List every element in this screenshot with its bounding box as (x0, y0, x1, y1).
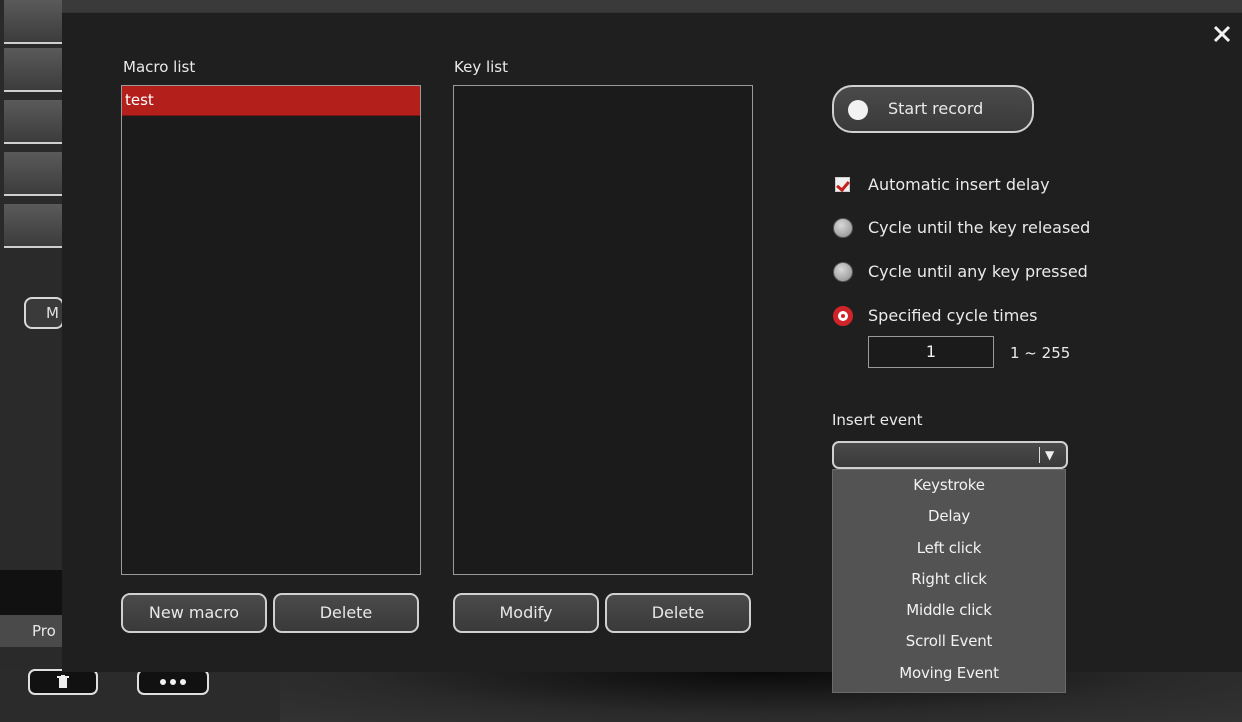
background-more-button[interactable] (137, 669, 209, 695)
insert-event-option-moving-event[interactable]: Moving Event (833, 658, 1065, 689)
delete-macro-button[interactable]: Delete (273, 593, 419, 633)
app-window: M Pro Macro list test New macro Delete K… (0, 0, 1242, 722)
background-tab[interactable] (4, 100, 62, 144)
key-list-label: Key list (454, 58, 508, 76)
background-tab[interactable] (4, 152, 62, 196)
select-divider (1039, 447, 1040, 463)
auto-insert-delay-label: Automatic insert delay (868, 175, 1050, 194)
cycle-until-any-key-radio[interactable] (833, 262, 853, 282)
macro-list-item-selected[interactable]: test (122, 86, 420, 116)
background-tab[interactable] (4, 48, 62, 92)
background-sidebar (0, 0, 62, 722)
specified-cycle-times-radio[interactable] (833, 306, 853, 326)
background-panel (0, 570, 62, 615)
insert-event-option-delay[interactable]: Delay (833, 501, 1065, 532)
insert-event-option-left-click[interactable]: Left click (833, 533, 1065, 564)
insert-event-option-right-click[interactable]: Right click (833, 564, 1065, 595)
background-tab[interactable] (4, 0, 62, 44)
insert-event-label: Insert event (832, 411, 923, 429)
key-list[interactable] (453, 85, 753, 575)
start-record-button[interactable]: Start record (832, 85, 1034, 133)
insert-event-option-keystroke[interactable]: Keystroke (833, 470, 1065, 501)
auto-insert-delay-checkbox[interactable] (835, 177, 850, 192)
delete-key-button[interactable]: Delete (605, 593, 751, 633)
cycle-until-any-key-label: Cycle until any key pressed (868, 262, 1088, 281)
more-dots-icon (160, 679, 186, 685)
cycle-until-released-label: Cycle until the key released (868, 218, 1091, 237)
chevron-down-icon: ▼ (1045, 448, 1055, 462)
background-side-button[interactable]: M (24, 297, 64, 329)
trash-icon (57, 675, 69, 688)
cycle-times-range: 1 ~ 255 (1010, 344, 1071, 362)
record-dot-icon (848, 100, 868, 120)
insert-event-option-scroll-event[interactable]: Scroll Event (833, 626, 1065, 657)
background-tab[interactable] (4, 204, 62, 248)
modify-key-button[interactable]: Modify (453, 593, 599, 633)
cycle-until-released-radio[interactable] (833, 218, 853, 238)
background-profile-label: Pro (0, 615, 62, 647)
close-icon[interactable] (1211, 25, 1233, 47)
insert-event-select[interactable]: ▼ (832, 441, 1068, 469)
macro-list[interactable]: test (121, 85, 421, 575)
specified-cycle-times-label: Specified cycle times (868, 306, 1038, 325)
background-bottom-panel (280, 672, 1242, 722)
new-macro-button[interactable]: New macro (121, 593, 267, 633)
start-record-label: Start record (888, 99, 984, 118)
cycle-times-input[interactable]: 1 (868, 336, 994, 368)
macro-list-label: Macro list (123, 58, 196, 76)
background-delete-button[interactable] (28, 669, 98, 695)
insert-event-dropdown: Keystroke Delay Left click Right click M… (832, 469, 1066, 693)
insert-event-option-middle-click[interactable]: Middle click (833, 595, 1065, 626)
macro-dialog: Macro list test New macro Delete Key lis… (62, 12, 1242, 693)
